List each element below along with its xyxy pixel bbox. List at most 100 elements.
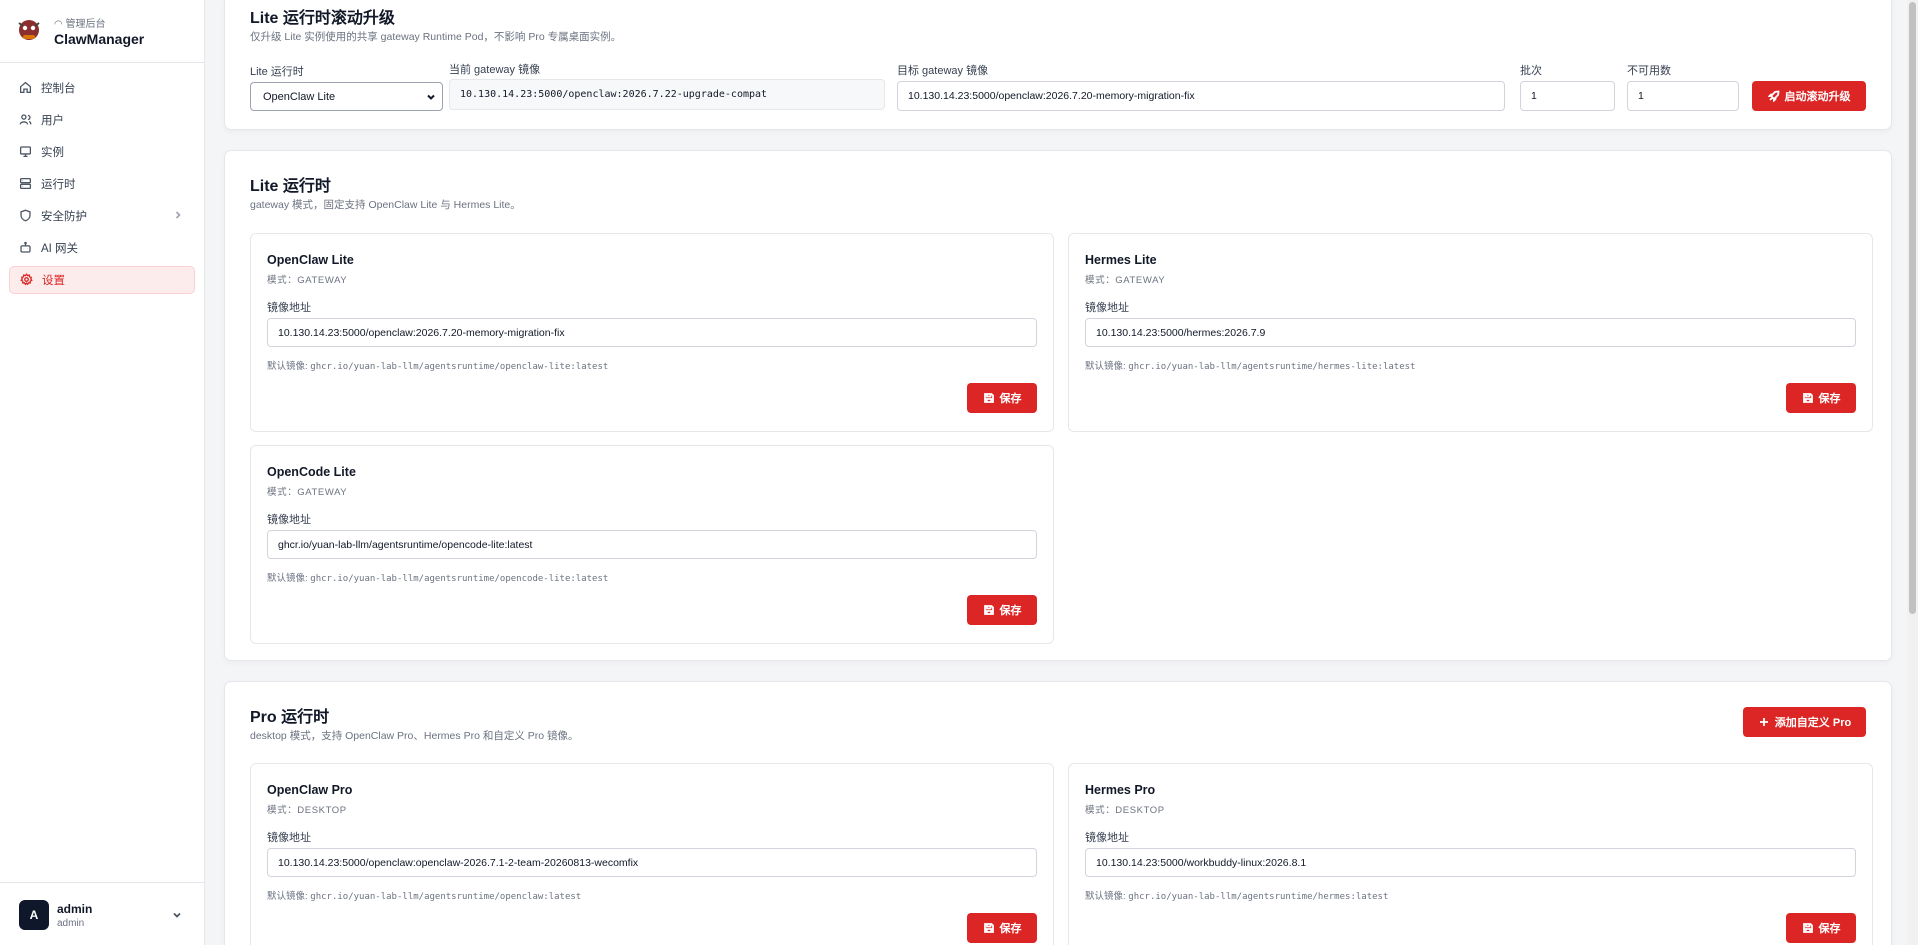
users-icon xyxy=(19,113,33,127)
runtime-select-label: Lite 运行时 xyxy=(250,66,304,78)
runtime-name: OpenClaw Lite xyxy=(267,253,354,267)
save-button[interactable]: 保存 xyxy=(967,913,1037,943)
brand: ◠ 管理后台 ClawManager xyxy=(0,0,205,63)
main-scrollbar[interactable] xyxy=(1907,0,1918,945)
default-image-prefix: 默认镜像: xyxy=(1085,891,1126,902)
save-icon xyxy=(1802,922,1814,934)
default-image-value: ghcr.io/yuan-lab-llm/agentsruntime/herme… xyxy=(1128,892,1389,902)
gear-icon xyxy=(20,273,34,287)
brand-subtitle: ◠ 管理后台 xyxy=(54,19,106,30)
scrollbar-thumb[interactable] xyxy=(1909,2,1916,614)
server-icon xyxy=(19,177,33,191)
runtime-mode: 模式：GATEWAY xyxy=(267,275,348,286)
default-image-value: ghcr.io/yuan-lab-llm/agentsruntime/openc… xyxy=(310,892,582,902)
lite-runtime-title: Lite 运行时 xyxy=(250,178,331,195)
sidebar-item-label: 用户 xyxy=(41,115,64,127)
target-image-input[interactable]: 10.130.14.23:5000/openclaw:2026.7.20-mem… xyxy=(897,81,1505,111)
save-label: 保存 xyxy=(999,923,1022,935)
runtime-name: OpenClaw Pro xyxy=(267,783,353,797)
pro-runtime-desc: desktop 模式，支持 OpenClaw Pro、Hermes Pro 和自… xyxy=(250,730,579,742)
pro-runtime-card: Pro 运行时 desktop 模式，支持 OpenClaw Pro、Herme… xyxy=(224,681,1892,945)
runtime-card-openclaw-lite: OpenClaw Lite 模式：GATEWAY 镜像地址 10.130.14.… xyxy=(250,233,1054,432)
chevron-down-icon[interactable] xyxy=(171,909,183,921)
logo-icon xyxy=(14,15,44,45)
runtime-name: Hermes Lite xyxy=(1085,253,1157,267)
lite-runtime-desc: gateway 模式，固定支持 OpenClaw Lite 与 Hermes L… xyxy=(250,199,521,211)
chevron-right-icon xyxy=(173,210,183,220)
default-image-text: 默认镜像: ghcr.io/yuan-lab-llm/agentsruntime… xyxy=(267,570,608,584)
chevron-down-icon xyxy=(426,92,436,102)
user-menu[interactable]: A admin admin xyxy=(0,882,205,945)
image-address-label: 镜像地址 xyxy=(1085,832,1129,844)
image-address-input[interactable]: 10.130.14.23:5000/workbuddy-linux:2026.8… xyxy=(1085,848,1856,877)
save-label: 保存 xyxy=(999,393,1022,405)
sidebar-item-instances[interactable]: 实例 xyxy=(9,138,195,166)
image-address-input[interactable]: 10.130.14.23:5000/openclaw:openclaw-2026… xyxy=(267,848,1037,877)
user-role: admin xyxy=(57,918,85,929)
image-address-input[interactable]: ghcr.io/yuan-lab-llm/agentsruntime/openc… xyxy=(267,530,1037,559)
runtime-select[interactable]: OpenClaw Lite xyxy=(250,82,443,111)
start-rolling-upgrade-button[interactable]: 启动滚动升级 xyxy=(1752,81,1866,111)
bot-icon xyxy=(19,241,33,255)
save-label: 保存 xyxy=(1818,923,1841,935)
sidebar-item-label: AI 网关 xyxy=(41,243,79,255)
sidebar-item-users[interactable]: 用户 xyxy=(9,106,195,134)
rolling-upgrade-card: Lite 运行时滚动升级 仅升级 Lite 实例使用的共享 gateway Ru… xyxy=(224,0,1892,130)
save-button[interactable]: 保存 xyxy=(967,595,1037,625)
runtime-card-opencode-lite: OpenCode Lite 模式：GATEWAY 镜像地址 ghcr.io/yu… xyxy=(250,445,1054,644)
save-icon xyxy=(983,392,995,404)
save-button[interactable]: 保存 xyxy=(967,383,1037,413)
monitor-icon xyxy=(19,145,33,159)
runtime-mode: 模式：GATEWAY xyxy=(1085,275,1166,286)
default-image-value: ghcr.io/yuan-lab-llm/agentsruntime/openc… xyxy=(310,574,609,584)
sidebar-item-label: 实例 xyxy=(41,147,64,159)
batch-input[interactable]: 1 xyxy=(1520,81,1615,111)
sidebar: ◠ 管理后台 ClawManager 控制台 用户 实例 运行时 安全防护 AI… xyxy=(0,0,205,945)
start-rolling-upgrade-label: 启动滚动升级 xyxy=(1784,91,1851,103)
default-image-value: ghcr.io/yuan-lab-llm/agentsruntime/herme… xyxy=(1128,362,1416,372)
runtime-card-openclaw-pro: OpenClaw Pro 模式：DESKTOP 镜像地址 10.130.14.2… xyxy=(250,763,1054,945)
user-name: admin xyxy=(57,902,93,916)
shield-icon xyxy=(19,209,33,223)
runtime-card-hermes-lite: Hermes Lite 模式：GATEWAY 镜像地址 10.130.14.23… xyxy=(1068,233,1873,432)
unavailable-label: 不可用数 xyxy=(1627,65,1671,77)
unavailable-input[interactable]: 1 xyxy=(1627,81,1739,111)
brand-title: ClawManager xyxy=(54,31,145,47)
save-label: 保存 xyxy=(1818,393,1841,405)
image-address-input[interactable]: 10.130.14.23:5000/hermes:2026.7.9 xyxy=(1085,318,1856,347)
save-icon xyxy=(983,922,995,934)
sidebar-item-settings[interactable]: 设置 xyxy=(9,266,195,294)
current-image-label: 当前 gateway 镜像 xyxy=(449,64,541,76)
sidebar-item-dashboard[interactable]: 控制台 xyxy=(9,74,195,102)
default-image-text: 默认镜像: ghcr.io/yuan-lab-llm/agentsruntime… xyxy=(1085,888,1388,902)
sidebar-item-label: 设置 xyxy=(42,275,65,287)
save-label: 保存 xyxy=(999,605,1022,617)
image-address-label: 镜像地址 xyxy=(267,514,311,526)
default-image-prefix: 默认镜像: xyxy=(267,891,308,902)
sidebar-item-label: 安全防护 xyxy=(41,211,87,223)
add-custom-pro-button[interactable]: 添加自定义 Pro xyxy=(1743,707,1866,737)
runtime-mode: 模式：GATEWAY xyxy=(267,487,348,498)
sidebar-item-label: 控制台 xyxy=(41,83,76,95)
plus-icon xyxy=(1758,716,1770,728)
image-address-label: 镜像地址 xyxy=(267,832,311,844)
sidebar-item-ai-gateway[interactable]: AI 网关 xyxy=(9,234,195,262)
save-button[interactable]: 保存 xyxy=(1786,913,1856,943)
rolling-upgrade-title: Lite 运行时滚动升级 xyxy=(250,10,395,27)
sidebar-item-security[interactable]: 安全防护 xyxy=(9,202,195,230)
rolling-upgrade-desc: 仅升级 Lite 实例使用的共享 gateway Runtime Pod，不影响… xyxy=(250,31,622,43)
sidebar-nav: 控制台 用户 实例 运行时 安全防护 AI 网关 设置 xyxy=(9,74,195,298)
save-button[interactable]: 保存 xyxy=(1786,383,1856,413)
image-address-label: 镜像地址 xyxy=(1085,302,1129,314)
default-image-prefix: 默认镜像: xyxy=(267,361,308,372)
default-image-text: 默认镜像: ghcr.io/yuan-lab-llm/agentsruntime… xyxy=(267,358,608,372)
runtime-select-value: OpenClaw Lite xyxy=(263,90,336,103)
sidebar-item-runtime[interactable]: 运行时 xyxy=(9,170,195,198)
runtime-mode: 模式：DESKTOP xyxy=(1085,805,1165,816)
target-image-label: 目标 gateway 镜像 xyxy=(897,65,989,77)
add-custom-pro-label: 添加自定义 Pro xyxy=(1774,717,1852,729)
image-address-label: 镜像地址 xyxy=(267,302,311,314)
image-address-input[interactable]: 10.130.14.23:5000/openclaw:2026.7.20-mem… xyxy=(267,318,1037,347)
lite-runtime-card: Lite 运行时 gateway 模式，固定支持 OpenClaw Lite 与… xyxy=(224,150,1892,661)
main-content: Lite 运行时滚动升级 仅升级 Lite 实例使用的共享 gateway Ru… xyxy=(205,0,1918,945)
